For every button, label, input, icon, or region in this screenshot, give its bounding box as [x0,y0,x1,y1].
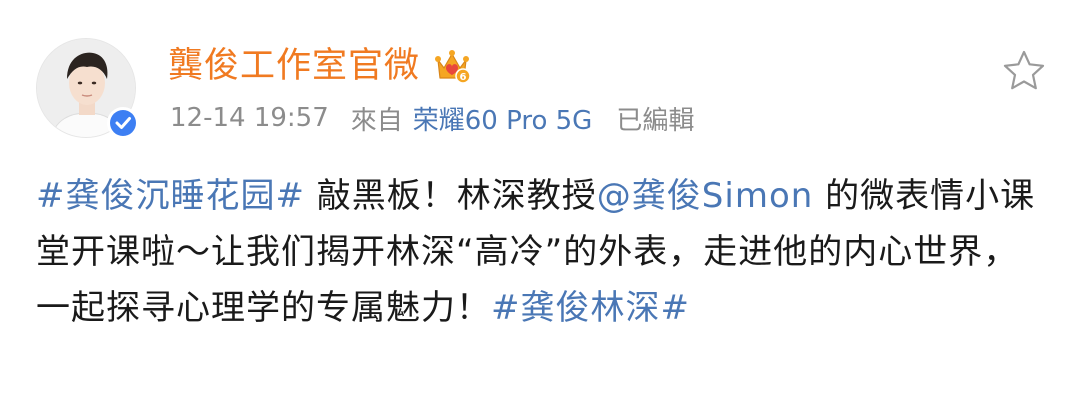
hashtag-link[interactable]: #龚俊林深# [491,288,690,328]
verified-badge-icon [106,106,140,140]
author-name[interactable]: 龔俊工作室官微 [168,48,420,84]
post-meta: 12-14 19:57 來自 荣耀60 Pro 5G 已編輯 [170,100,694,136]
vip-level-text: 6 [460,72,467,83]
post-time: 12-14 19:57 [170,103,329,133]
author-avatar-wrap[interactable] [36,38,139,139]
post-content: #龚俊沉睡花园# 敲黑板！林深教授@龚俊Simon 的微表情小课堂开课啦～让我们… [36,168,1051,336]
author-row: 龔俊工作室官微 6 [168,40,472,92]
mention-link[interactable]: @龚俊Simon [597,176,814,216]
hashtag-link[interactable]: #龚俊沉睡花园# [36,176,305,216]
edited-label[interactable]: 已編輯 [616,100,694,137]
star-icon [1003,50,1045,90]
source-label: 來自 [350,105,403,136]
source-device-link[interactable]: 荣耀60 Pro 5G [413,100,593,137]
post-text: 敲黑板！林深教授 [304,176,597,216]
favorite-button[interactable] [1001,48,1047,94]
weibo-post-card: 龔俊工作室官微 6 12-14 19:57 來自 荣耀60 Pro 5G 已編輯… [0,0,1080,407]
vip-crown-icon[interactable]: 6 [432,46,472,86]
